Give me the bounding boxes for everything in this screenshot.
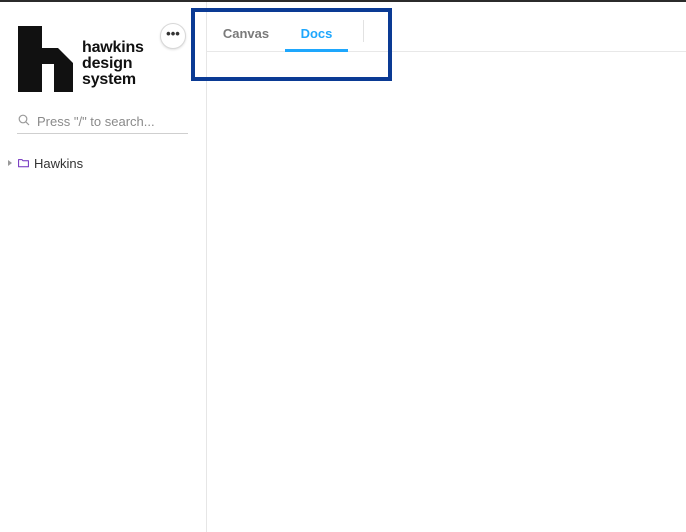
search-icon <box>18 114 30 126</box>
toolbar-divider <box>363 20 364 42</box>
more-dots-icon: ••• <box>166 26 180 41</box>
logo-wordmark: hawkins design system <box>82 40 144 88</box>
more-options-button[interactable]: ••• <box>160 23 186 49</box>
tree-item-hawkins[interactable]: Hawkins <box>6 154 196 172</box>
tab-canvas[interactable]: Canvas <box>215 14 277 52</box>
tree-item-label: Hawkins <box>34 155 84 171</box>
search-box <box>17 110 188 134</box>
search-input[interactable] <box>37 110 187 132</box>
logo-mark-icon <box>18 26 73 92</box>
folder-icon <box>18 159 29 168</box>
main-panel: Canvas Docs <box>207 2 686 532</box>
logo-line-1: hawkins <box>82 39 144 56</box>
hawkins-logo[interactable]: hawkins design system <box>18 26 158 96</box>
sidebar: hawkins design system ••• Hawkins <box>0 2 207 532</box>
logo-line-3: system <box>82 71 136 88</box>
toolbar: Canvas Docs <box>207 14 686 52</box>
logo-line-2: design <box>82 55 133 72</box>
tab-docs[interactable]: Docs <box>285 14 348 52</box>
caret-right-icon[interactable] <box>6 158 14 168</box>
